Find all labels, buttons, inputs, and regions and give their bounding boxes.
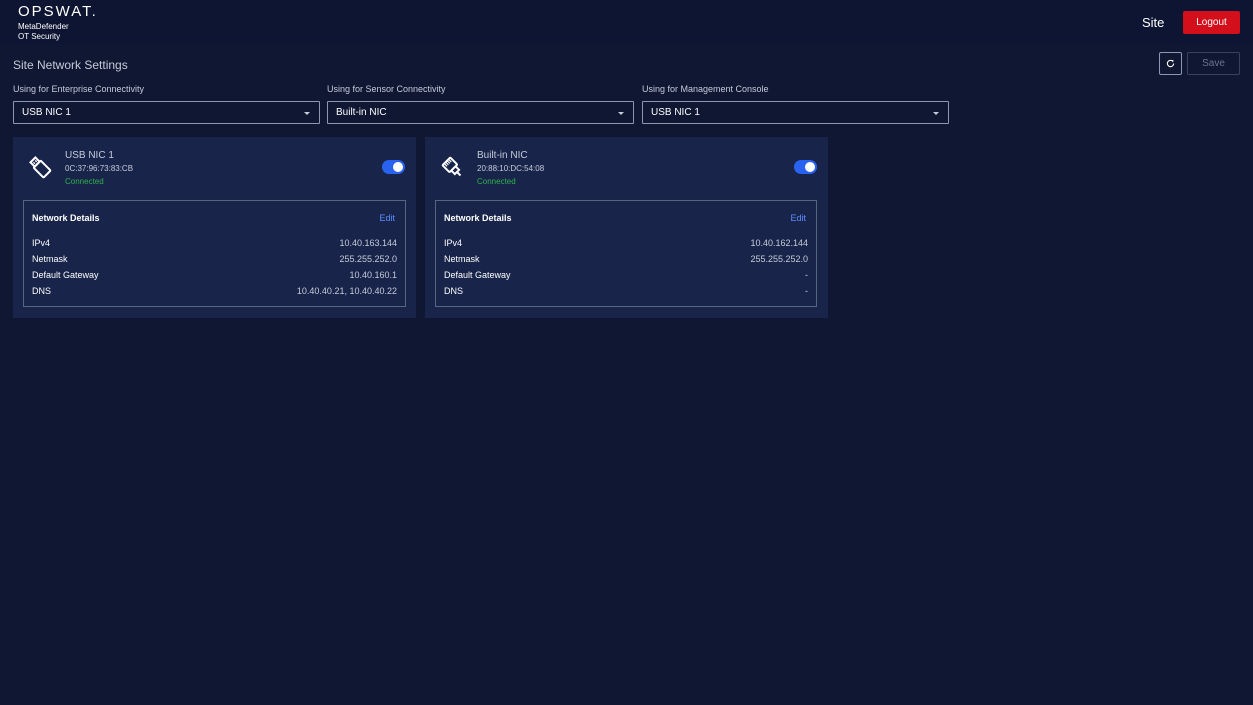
opswat-logo: OPSWAT. MetaDefender OT Security: [18, 4, 98, 42]
detail-row-gateway: Default Gateway 10.40.160.1: [32, 270, 397, 282]
network-details-title: Network Details: [32, 213, 100, 223]
nic-mac-address: 20:88:10:DC:54:08: [477, 164, 545, 173]
sensor-connectivity-select[interactable]: Built-in NIC: [327, 101, 634, 124]
detail-key: IPv4: [32, 238, 51, 248]
edit-network-link[interactable]: Edit: [379, 213, 395, 223]
nic-name: Built-in NIC: [477, 150, 528, 161]
logout-button[interactable]: Logout: [1183, 11, 1240, 34]
enterprise-connectivity-value: USB NIC 1: [22, 107, 71, 118]
detail-row-gateway: Default Gateway -: [444, 270, 808, 282]
page-title: Site Network Settings: [13, 58, 128, 72]
brand-name: OPSWAT.: [18, 3, 98, 20]
product-line-2: OT Security: [18, 32, 61, 41]
detail-value: -: [805, 286, 808, 296]
detail-key: DNS: [444, 286, 464, 296]
usb-icon: [29, 156, 52, 179]
detail-row-netmask: Netmask 255.255.252.0: [32, 254, 397, 266]
chevron-down-icon: [618, 112, 624, 115]
management-console-value: USB NIC 1: [651, 107, 700, 118]
toggle-knob: [805, 162, 815, 172]
enterprise-connectivity-label: Using for Enterprise Connectivity: [13, 84, 145, 94]
detail-row-netmask: Netmask 255.255.252.0: [444, 254, 808, 266]
detail-row-ipv4: IPv4 10.40.163.144: [32, 238, 397, 250]
refresh-button[interactable]: [1159, 52, 1182, 75]
enterprise-connectivity-select[interactable]: USB NIC 1: [13, 101, 320, 124]
detail-key: Netmask: [32, 254, 68, 264]
ethernet-icon: [441, 156, 462, 177]
management-console-group: Using for Management Console USB NIC 1: [642, 84, 949, 124]
management-console-select[interactable]: USB NIC 1: [642, 101, 949, 124]
sensor-connectivity-value: Built-in NIC: [336, 107, 387, 118]
enterprise-connectivity-group: Using for Enterprise Connectivity USB NI…: [13, 84, 320, 124]
detail-value: 255.255.252.0: [339, 254, 397, 264]
detail-key: IPv4: [444, 238, 463, 248]
nic-card-usb: USB NIC 1 0C:37:96:73:83:CB Connected Ne…: [13, 137, 416, 318]
detail-key: Default Gateway: [32, 270, 99, 280]
save-button[interactable]: Save: [1187, 52, 1240, 75]
network-details-panel: Network Details Edit IPv4 10.40.162.144 …: [435, 200, 817, 307]
detail-value: 10.40.40.21, 10.40.40.22: [296, 286, 397, 296]
chevron-down-icon: [304, 112, 310, 115]
nic-mac-address: 0C:37:96:73:83:CB: [65, 164, 134, 173]
top-bar: OPSWAT. MetaDefender OT Security Site Lo…: [0, 0, 1253, 44]
product-line-1: MetaDefender: [18, 22, 69, 31]
nic-enable-toggle[interactable]: [382, 160, 405, 174]
detail-key: DNS: [32, 286, 52, 296]
site-label: Site: [1142, 15, 1165, 30]
toggle-knob: [393, 162, 403, 172]
management-console-label: Using for Management Console: [642, 84, 769, 94]
detail-row-dns: DNS 10.40.40.21, 10.40.40.22: [32, 286, 397, 298]
detail-row-dns: DNS -: [444, 286, 808, 298]
detail-key: Default Gateway: [444, 270, 511, 280]
nic-name: USB NIC 1: [65, 150, 114, 161]
detail-value: 10.40.160.1: [349, 270, 397, 280]
sensor-connectivity-group: Using for Sensor Connectivity Built-in N…: [327, 84, 634, 124]
chevron-down-icon: [933, 112, 939, 115]
network-details-panel: Network Details Edit IPv4 10.40.163.144 …: [23, 200, 406, 307]
detail-value: -: [805, 270, 808, 280]
detail-value: 255.255.252.0: [750, 254, 808, 264]
nic-status: Connected: [65, 177, 104, 186]
nic-enable-toggle[interactable]: [794, 160, 817, 174]
nic-status: Connected: [477, 177, 516, 186]
sensor-connectivity-label: Using for Sensor Connectivity: [327, 84, 446, 94]
refresh-icon: [1166, 59, 1175, 68]
detail-row-ipv4: IPv4 10.40.162.144: [444, 238, 808, 250]
detail-value: 10.40.162.144: [750, 238, 808, 248]
network-details-title: Network Details: [444, 213, 512, 223]
edit-network-link[interactable]: Edit: [790, 213, 806, 223]
detail-value: 10.40.163.144: [339, 238, 397, 248]
nic-card-builtin: Built-in NIC 20:88:10:DC:54:08 Connected…: [425, 137, 828, 318]
detail-key: Netmask: [444, 254, 480, 264]
